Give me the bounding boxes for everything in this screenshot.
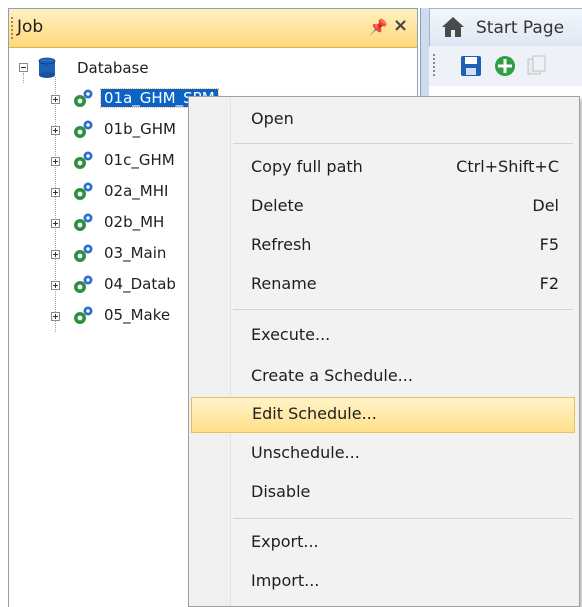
tab-start-page-label: Start Page: [476, 18, 565, 38]
add-icon[interactable]: [493, 54, 517, 78]
menu-item-label: Rename: [251, 274, 317, 293]
menu-item-label: Export...: [251, 532, 319, 551]
menu-item-execute[interactable]: Execute...: [229, 318, 575, 354]
menu-item-rename[interactable]: Rename F2: [229, 267, 575, 303]
pin-icon[interactable]: 📌: [369, 18, 388, 36]
menu-item-shortcut: F2: [539, 274, 559, 293]
save-icon[interactable]: [459, 54, 483, 78]
expand-icon[interactable]: [51, 312, 60, 321]
menu-item-label: Copy full path: [251, 157, 363, 176]
menu-item-label: Open: [251, 109, 294, 128]
menu-item-shortcut: Del: [532, 196, 559, 215]
context-menu: Open Copy full path Ctrl+Shift+C Delete …: [188, 96, 580, 607]
tree-item-label: 02a_MHI: [104, 182, 169, 200]
expand-icon[interactable]: [51, 219, 60, 228]
expand-icon[interactable]: [51, 157, 60, 166]
job-panel-title-bar[interactable]: Job 📌 ×: [9, 9, 417, 48]
tree-root-label: Database: [77, 59, 149, 77]
menu-item-open[interactable]: Open: [229, 102, 575, 138]
menu-item-export[interactable]: Export...: [229, 525, 575, 561]
job-gears-icon: [71, 305, 95, 331]
menu-item-label: Create a Schedule...: [251, 366, 413, 385]
menu-item-label: Unschedule...: [251, 443, 360, 462]
tree-item-label: 04_Datab: [104, 275, 176, 293]
close-icon[interactable]: ×: [393, 15, 408, 36]
job-gears-icon: [71, 181, 95, 207]
grip-handle[interactable]: [11, 17, 15, 39]
menu-item-label: Execute...: [251, 325, 331, 344]
job-gears-icon: [71, 274, 95, 300]
toolbar-grip[interactable]: [433, 54, 435, 76]
menu-item-label: Edit Schedule...: [252, 404, 377, 423]
expand-icon[interactable]: [51, 188, 60, 197]
context-menu-icon-gutter: [190, 98, 231, 606]
menu-item-unschedule[interactable]: Unschedule...: [229, 436, 575, 472]
menu-separator: [233, 518, 573, 519]
menu-item-import[interactable]: Import...: [229, 564, 575, 600]
tree-connector: [23, 73, 24, 83]
job-panel-title: Job: [17, 17, 44, 37]
expand-icon[interactable]: [51, 281, 60, 290]
menu-separator: [233, 143, 573, 144]
job-gears-icon: [71, 243, 95, 269]
menu-item-label: Disable: [251, 482, 311, 501]
expand-icon[interactable]: [51, 126, 60, 135]
job-gears-icon: [71, 150, 95, 176]
menu-item-edit-schedule[interactable]: Edit Schedule...: [191, 397, 575, 433]
menu-item-shortcut: F5: [539, 235, 559, 254]
tree-item-label: 01c_GHM: [104, 151, 175, 169]
home-icon: [442, 17, 464, 37]
job-gears-icon: [71, 119, 95, 145]
expand-icon[interactable]: [51, 250, 60, 259]
tree-root-database[interactable]: Database: [9, 57, 409, 79]
collapse-icon[interactable]: [19, 63, 28, 72]
menu-item-disable[interactable]: Disable: [229, 475, 575, 511]
menu-item-copy-full-path[interactable]: Copy full path Ctrl+Shift+C: [229, 150, 575, 186]
menu-item-label: Refresh: [251, 235, 312, 254]
menu-item-label: Import...: [251, 571, 320, 590]
tab-start-page[interactable]: Start Page: [429, 8, 582, 46]
menu-item-create-schedule[interactable]: Create a Schedule...: [229, 359, 575, 395]
copy-icon[interactable]: [525, 54, 549, 78]
database-icon: [38, 57, 56, 78]
job-gears-icon: [71, 212, 95, 238]
menu-separator: [233, 309, 573, 310]
tree-item-label: 05_Make: [104, 306, 171, 324]
job-gears-icon: [71, 88, 95, 114]
start-toolbar: [429, 46, 582, 87]
menu-item-shortcut: Ctrl+Shift+C: [456, 157, 559, 176]
menu-item-delete[interactable]: Delete Del: [229, 189, 575, 225]
tree-item-label: 01b_GHM: [104, 120, 176, 138]
tree-item-label: 02b_MH: [104, 213, 165, 231]
menu-item-label: Delete: [251, 196, 304, 215]
menu-item-refresh[interactable]: Refresh F5: [229, 228, 575, 264]
expand-icon[interactable]: [51, 95, 60, 104]
tree-item-label: 03_Main: [104, 244, 167, 262]
